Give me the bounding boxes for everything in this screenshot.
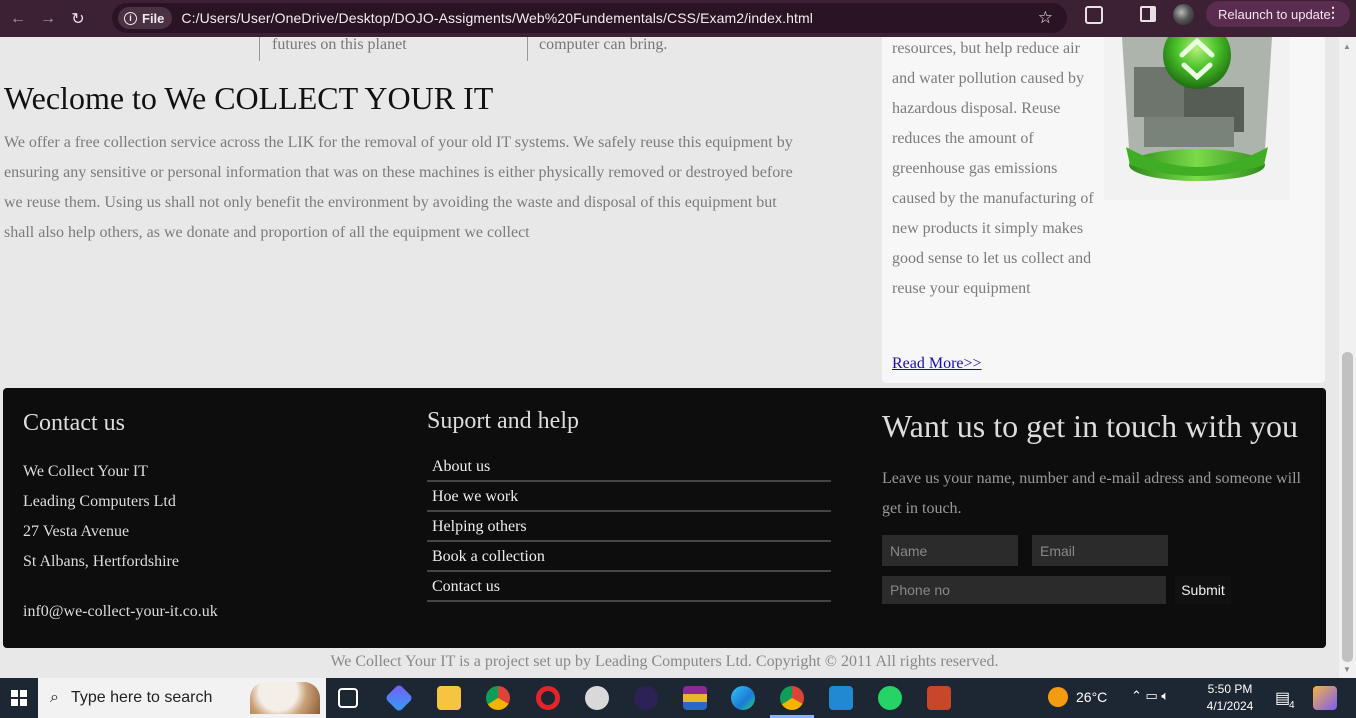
contact-line: Leading Computers Ltd [23,493,176,510]
contact-line: 27 Vesta Avenue [23,523,130,540]
bookmark-star-icon[interactable]: ☆ [1038,8,1053,28]
welcome-heading: Weclome to We COLLECT YOUR IT [4,80,494,116]
chrome-icon[interactable] [486,686,510,710]
support-link-about[interactable]: About us [427,452,831,482]
browser-toolbar: ← → ↻ i File C:/Users/User/OneDrive/Desk… [0,0,1356,37]
contact-line: We Collect Your IT [23,463,148,480]
clock-app-icon[interactable] [585,686,609,710]
sidebar-paragraph: resources, but help reduce air and water… [892,40,1094,297]
winrar-icon[interactable] [683,686,707,710]
read-more-link[interactable]: Read More>> [892,355,982,373]
scroll-down-arrow-icon[interactable]: ▼ [1343,665,1351,674]
more-menu-icon[interactable]: ⋮ [1326,4,1340,21]
contact-line: St Albans, Hertfordshire [23,553,179,570]
start-button[interactable] [0,678,38,718]
scroll-thumb[interactable] [1342,352,1353,662]
forward-button[interactable]: → [36,7,60,31]
email-input[interactable]: Email [1032,535,1168,566]
clock-date: 4/1/2024 [1206,699,1254,713]
clock-time: 5:50 PM [1207,682,1253,696]
copilot-icon[interactable] [384,683,414,713]
search-icon: ⌕ [50,689,59,706]
support-link-how-we-work[interactable]: Hoe we work [427,482,831,512]
support-links: About us Hoe we work Helping others Book… [427,452,831,602]
copilot-tray-icon[interactable] [1313,686,1337,710]
get-in-touch-text: Leave us your name, number and e-mail ad… [882,470,1301,517]
site-footer: Contact us We Collect Your IT Leading Co… [3,388,1326,648]
vscode-icon[interactable] [829,686,853,710]
windows-logo-icon [11,690,27,706]
info-icon: i [124,11,137,25]
site-info-chip[interactable]: i File [118,7,173,29]
chrome-active-icon[interactable] [780,686,804,710]
windows-taskbar: ⌕ Type here to search 26°C ⌃ ▭ 🔈︎ 5:50 P… [0,678,1356,718]
file-explorer-icon[interactable] [437,686,461,710]
task-view-icon[interactable] [338,688,358,708]
weather-temperature: 26°C [1076,689,1108,705]
support-link-helping-others[interactable]: Helping others [427,512,831,542]
page-scrollbar[interactable]: ▲ ▼ [1339,37,1356,678]
get-in-touch-heading: Want us to get in touch with you [882,408,1299,444]
welcome-paragraph: We offer a free collection service acros… [4,134,793,241]
relaunch-label: Relaunch to update [1218,6,1331,22]
recycle-computer-image [1104,37,1290,200]
contact-email: inf0@we-collect-your-it.co.uk [23,603,218,620]
sidebar-panel: resources, but help reduce air and water… [882,37,1325,383]
notification-center-icon[interactable]: ▤ [1275,688,1290,708]
notification-count: 4 [1289,700,1295,711]
scroll-up-arrow-icon[interactable]: ▲ [1343,42,1351,51]
whatsapp-icon[interactable] [878,686,902,710]
name-input[interactable]: Name [882,535,1018,566]
extensions-icon[interactable] [1085,6,1103,24]
file-chip-label: File [142,10,165,26]
submit-button[interactable]: Submit [1175,576,1231,604]
search-highlight-image [250,682,320,714]
weather-icon[interactable] [1048,687,1068,707]
jetbrains-icon[interactable] [927,686,951,710]
profile-avatar[interactable] [1173,4,1194,25]
edge-icon[interactable] [731,686,755,710]
taskbar-clock[interactable]: 5:50 PM 4/1/2024 [1200,681,1260,715]
opera-icon[interactable] [536,686,560,710]
feature-text-fragment: futures on this planet [272,36,407,53]
support-heading: Suport and help [427,408,579,434]
feature-text-fragment: computer can bring. [539,36,668,53]
phone-input[interactable]: Phone no [882,576,1166,604]
back-button[interactable]: ← [6,7,30,31]
system-tray-icons[interactable]: ⌃ ▭ 🔈︎ [1131,688,1169,704]
support-link-book-collection[interactable]: Book a collection [427,542,831,572]
contact-heading: Contact us [23,410,125,436]
reload-button[interactable]: ↻ [66,7,90,31]
address-bar[interactable]: i File C:/Users/User/OneDrive/Desktop/DO… [112,3,1067,33]
copyright-text: We Collect Your IT is a project set up b… [330,653,999,670]
relaunch-button[interactable]: Relaunch to update ⋮ [1206,1,1350,27]
support-link-contact[interactable]: Contact us [427,572,831,602]
taskbar-search[interactable]: ⌕ Type here to search [38,678,326,718]
search-placeholder: Type here to search [70,689,213,706]
url-text[interactable]: C:/Users/User/OneDrive/Desktop/DOJO-Assi… [181,10,813,26]
eclipse-icon[interactable] [634,686,658,710]
side-panel-icon[interactable] [1140,6,1156,22]
